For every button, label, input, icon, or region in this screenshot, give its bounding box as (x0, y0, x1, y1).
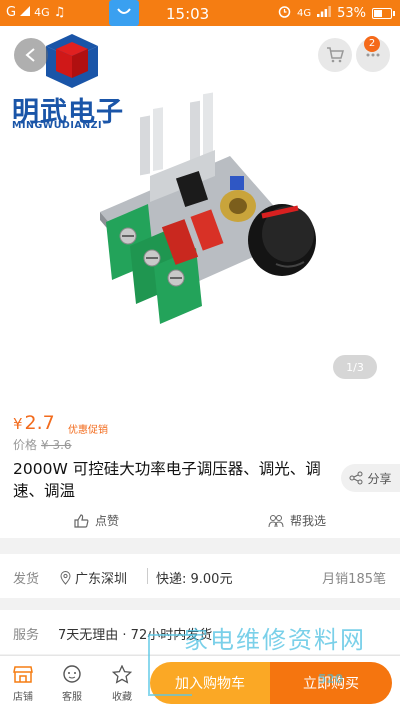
status-time: 15:03 (166, 5, 210, 23)
shipping-label: 发货 (13, 572, 40, 587)
shipping-row[interactable]: 发货 广东深圳 快递: 9.00元 月销185笔 (0, 554, 400, 598)
network-type: 4G (34, 6, 50, 19)
like-label: 点赞 (95, 514, 120, 528)
battery-icon (372, 8, 395, 19)
price: ¥2.7 (13, 412, 55, 434)
customer-service-label: 客服 (62, 692, 82, 703)
product-gallery[interactable]: 明武电子 MINGWUDIANZI 2 1/3 (0, 26, 400, 390)
status-bar: G 4G ♫ 15:03 4G 53% (0, 0, 400, 26)
product-image (100, 92, 316, 324)
promo-label: 优惠促销 (68, 425, 108, 436)
original-price: 价格 ¥ 3.6 (13, 436, 72, 453)
help-choose-button[interactable]: 帮我选 (268, 512, 326, 529)
add-to-cart-button[interactable]: 加入购物车 (150, 662, 270, 704)
shipping-location-text: 广东深圳 (75, 572, 128, 587)
service-label: 服务 (13, 628, 40, 643)
knob (248, 204, 316, 276)
shop-icon (13, 666, 33, 683)
favorite-tab[interactable]: 收藏 (102, 662, 142, 703)
status-right: 4G 53% (278, 5, 395, 22)
original-price-label: 价格 (13, 438, 38, 452)
product-actions: 点赞 帮我选 (0, 512, 400, 532)
original-price-value: ¥ 3.6 (41, 438, 72, 452)
favorite-label: 收藏 (112, 692, 132, 703)
notification-icon (109, 0, 139, 26)
shipping-location: 广东深圳 (60, 568, 127, 587)
star-icon (112, 664, 132, 684)
battery-percent: 53% (337, 6, 366, 21)
music-icon: ♫ (53, 5, 66, 20)
users-icon (268, 514, 284, 527)
signal-indicator: G (6, 5, 17, 20)
bottom-bar: 店铺 客服 收藏 加入购物车 立即购买 (0, 655, 400, 709)
gallery-page-indicator: 1/3 (333, 355, 377, 379)
product-title: 2000W 可控硅大功率电子调压器、调光、调速、调温 (13, 460, 321, 500)
buy-now-button[interactable]: 立即购买 (270, 662, 392, 704)
signal-icon (20, 5, 31, 20)
service-row[interactable]: 服务 7天无理由 · 72小时内发货 (0, 610, 400, 654)
help-label: 帮我选 (290, 514, 327, 528)
network-type-right: 4G (296, 8, 312, 19)
share-icon (349, 471, 363, 485)
share-button[interactable]: 分享 (341, 464, 400, 492)
shop-tab-label: 店铺 (13, 692, 33, 703)
alarm-icon (278, 5, 291, 22)
monthly-sales: 月销185笔 (322, 572, 386, 587)
product-info: ¥2.7 优惠促销 价格 ¥ 3.6 2000W 可控硅大功率电子调压器、调光、调… (0, 390, 400, 538)
status-left: G 4G ♫ (6, 5, 65, 20)
like-button[interactable]: 点赞 (74, 512, 119, 529)
location-pin-icon (60, 570, 71, 585)
shop-tab[interactable]: 店铺 (3, 662, 43, 703)
thumbs-up-icon (74, 513, 89, 528)
service-value: 7天无理由 · 72小时内发货 (58, 628, 213, 643)
price-value: 2.7 (24, 412, 55, 434)
chat-face-icon (63, 665, 81, 683)
signal-bars-icon (317, 6, 331, 21)
currency-symbol: ¥ (13, 415, 23, 433)
customer-service-tab[interactable]: 客服 (52, 662, 92, 703)
shipping-divider (147, 568, 148, 584)
shipping-fee: 快递: 9.00元 (156, 572, 233, 587)
battery-level (374, 10, 383, 17)
share-label: 分享 (367, 471, 392, 486)
